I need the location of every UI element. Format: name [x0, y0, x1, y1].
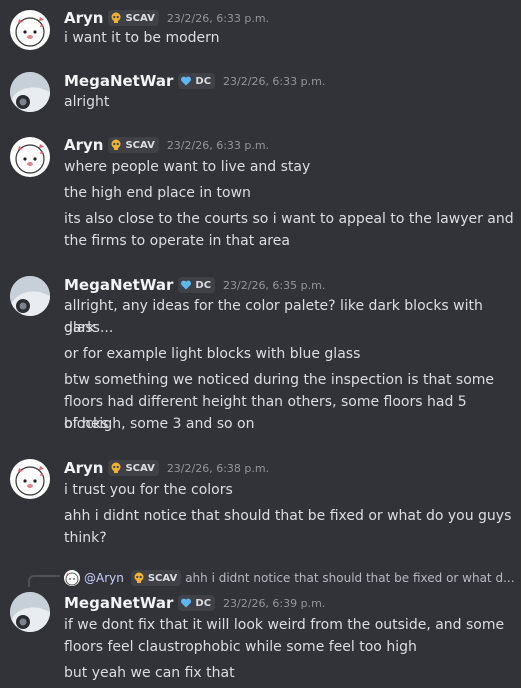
message-text: floors feel claustrophobic while some fe… [64, 639, 417, 655]
message-text: btw something we noticed during the insp… [64, 372, 495, 388]
message-text: the firms to operate in that area [64, 233, 290, 249]
clan-tag-text: SCAV [125, 12, 155, 24]
reply-avatar [64, 570, 80, 586]
timestamp: 23/2/26, 6:33 p.m. [166, 138, 270, 152]
message-text: glass... [64, 320, 114, 336]
clan-tag-text: SCAV [125, 462, 155, 474]
skull-icon [111, 462, 121, 473]
avatar-aryn[interactable] [10, 10, 50, 50]
reply-text: ahh i didnt notice that should that be f… [185, 571, 515, 585]
skull-icon [111, 12, 121, 23]
clan-tag-text: DC [195, 597, 212, 609]
clan-tag-text: DC [195, 75, 212, 87]
message-text: its also close to the courts so i want t… [64, 211, 514, 227]
skull-icon [111, 139, 121, 150]
reply-mention[interactable]: @Aryn [84, 571, 124, 585]
username[interactable]: Aryn [64, 9, 103, 27]
message-text: but yeah we can fix that [64, 665, 235, 681]
username[interactable]: MegaNetWar [64, 276, 173, 294]
skull-icon [134, 572, 144, 583]
message-text: where people want to live and stay [64, 159, 311, 175]
avatar-meganetwar[interactable] [10, 72, 50, 112]
clan-tag: SCAV [130, 570, 182, 586]
clan-tag-text: DC [195, 279, 212, 291]
avatar-meganetwar[interactable] [10, 592, 50, 632]
message-text: i trust you for the colors [64, 482, 233, 498]
clan-tag[interactable]: SCAV [108, 10, 159, 26]
message-text: of heigh, some 3 and so on [64, 416, 255, 432]
username[interactable]: MegaNetWar [64, 594, 173, 612]
heart-icon [181, 598, 192, 608]
avatar-aryn[interactable] [10, 137, 50, 177]
message-text: think? [64, 530, 107, 546]
clan-tag[interactable]: DC [178, 595, 216, 611]
username[interactable]: Aryn [64, 459, 103, 477]
avatar-meganetwar[interactable] [10, 276, 50, 316]
message-text: alright [64, 94, 110, 110]
timestamp: 23/2/26, 6:39 p.m. [223, 596, 326, 610]
clan-tag[interactable]: DC [178, 277, 216, 293]
message-text: i want it to be modern [64, 30, 220, 46]
clan-tag-text: SCAV [125, 139, 155, 151]
reply-connector [28, 575, 60, 587]
timestamp: 23/2/26, 6:33 p.m. [166, 11, 270, 25]
heart-icon [181, 280, 192, 290]
heart-icon [181, 76, 192, 86]
message-text: ahh i didnt notice that should that be f… [64, 508, 512, 524]
message-text: or for example light blocks with blue gl… [64, 346, 361, 362]
message-text: if we dont fix that it will look weird f… [64, 617, 505, 633]
timestamp: 23/2/26, 6:35 p.m. [223, 278, 326, 292]
avatar-aryn[interactable] [10, 459, 50, 499]
username[interactable]: Aryn [64, 136, 103, 154]
clan-tag[interactable]: SCAV [108, 460, 159, 476]
clan-tag[interactable]: SCAV [108, 137, 159, 153]
message-text: the high end place in town [64, 185, 251, 201]
timestamp: 23/2/26, 6:38 p.m. [166, 461, 270, 475]
reply-preview[interactable]: @Aryn SCAV ahh i didnt notice that shoul… [64, 569, 515, 587]
timestamp: 23/2/26, 6:33 p.m. [223, 74, 326, 88]
clan-tag[interactable]: DC [178, 73, 216, 89]
username[interactable]: MegaNetWar [64, 72, 173, 90]
clan-tag-text: SCAV [147, 572, 178, 584]
